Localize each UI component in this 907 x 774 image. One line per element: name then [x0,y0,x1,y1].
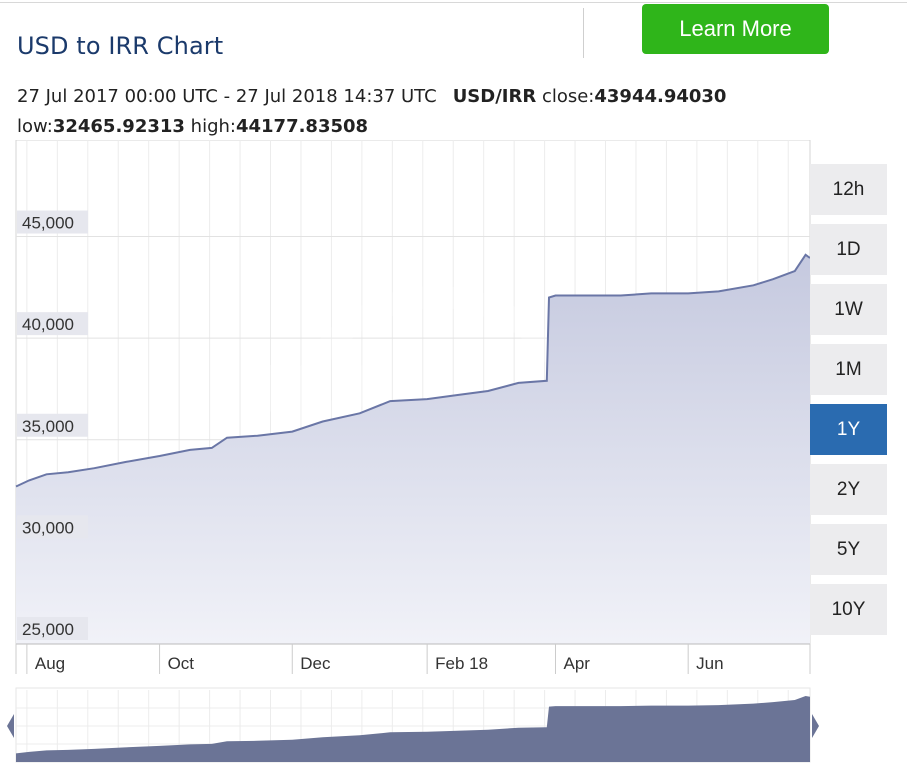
high-label: high: [190,116,236,137]
range-button-12h[interactable]: 12h [810,164,887,215]
y-tick-label: 45,000 [22,214,74,233]
x-tick-label: Aug [35,654,65,673]
low-label: low: [17,116,53,137]
x-tick-label: Feb 18 [435,654,488,673]
high-value: 44177.83508 [235,116,369,137]
learn-more-button[interactable]: Learn More [642,4,829,54]
close-label: close: [541,86,595,107]
range-button-1y[interactable]: 1Y [810,404,887,455]
range-buttons: 12h 1D 1W 1M 1Y 2Y 5Y 10Y [810,164,887,644]
low-value: 32465.92313 [52,116,185,137]
y-tick-label: 40,000 [22,315,74,334]
y-tick-label: 25,000 [22,620,74,639]
close-value: 43944.94030 [594,86,727,107]
y-tick-label: 35,000 [22,417,74,436]
currency-pair: USD/IRR [452,86,537,107]
range-button-1d[interactable]: 1D [810,224,887,275]
date-range: 27 Jul 2017 00:00 UTC - 27 Jul 2018 14:3… [17,86,437,107]
y-tick-label: 30,000 [22,518,74,537]
info-line-range: 27 Jul 2017 00:00 UTC - 27 Jul 2018 14:3… [17,86,726,107]
range-button-10y[interactable]: 10Y [810,584,887,635]
navigator-left-handle-icon[interactable] [7,714,14,738]
range-button-1m[interactable]: 1M [810,344,887,395]
navigator[interactable] [7,687,819,763]
info-line-lowhigh: low:32465.92313 high:44177.83508 [17,116,368,137]
x-tick-label: Dec [300,654,331,673]
navigator-right-handle-icon[interactable] [812,714,819,738]
x-tick-label: Apr [563,654,590,673]
range-button-5y[interactable]: 5Y [810,524,887,575]
x-tick-label: Oct [168,654,195,673]
range-button-2y[interactable]: 2Y [810,464,887,515]
price-chart[interactable]: 25,000 30,000 35,000 40,000 45,000 Aug Oct Dec… [0,140,830,774]
page-title: USD to IRR Chart [17,32,224,60]
x-axis-labels: Aug Oct Dec Feb 18 Apr Jun [15,644,811,674]
range-button-1w[interactable]: 1W [810,284,887,335]
top-rule [0,2,907,3]
header-separator [583,8,584,58]
x-tick-label: Jun [696,654,723,673]
